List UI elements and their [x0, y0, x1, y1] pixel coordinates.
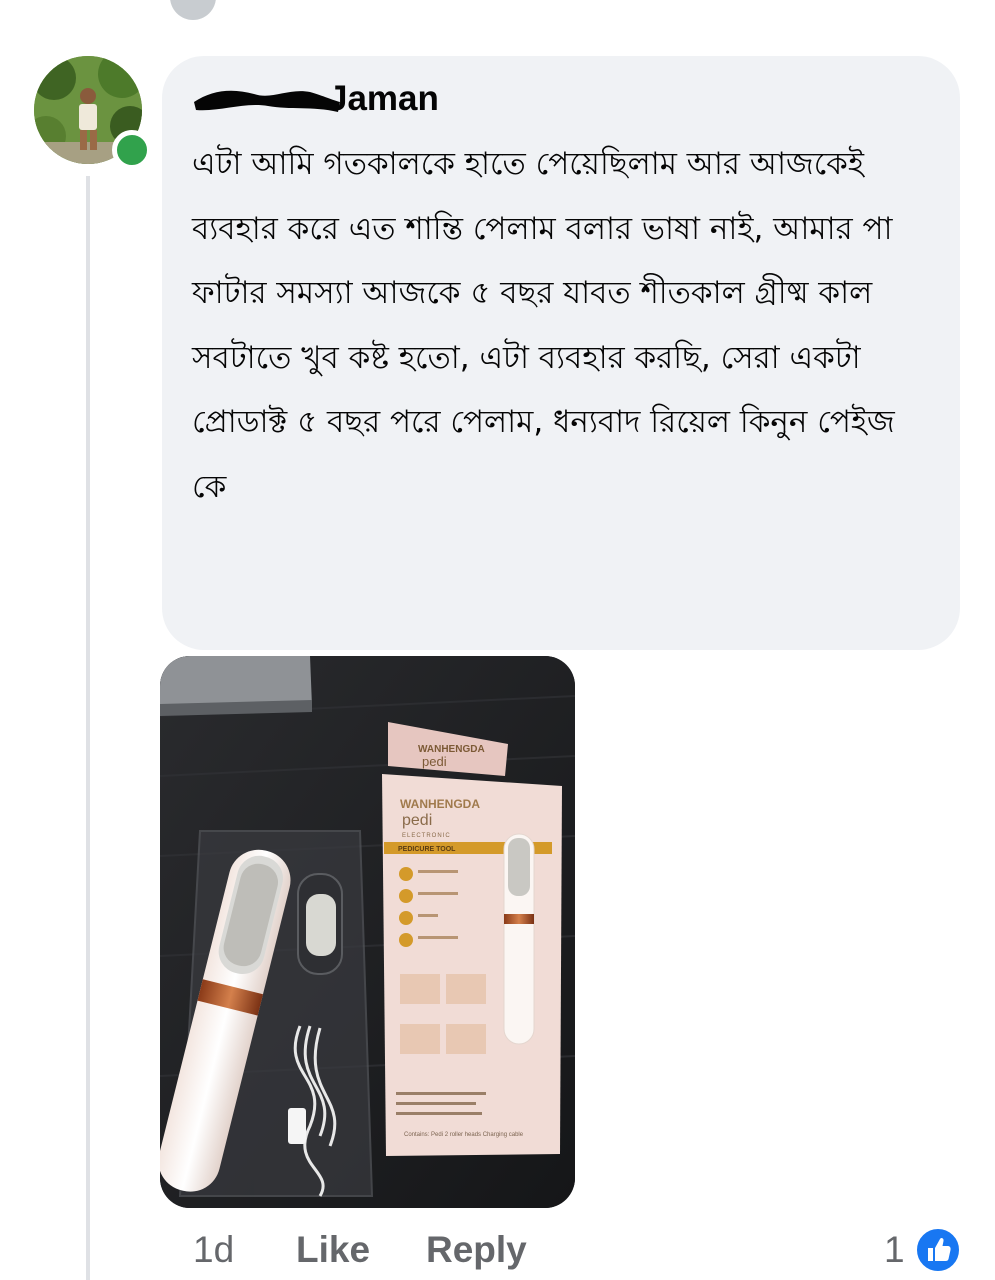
comment-photo[interactable]: WANHENGDA pedi WANHENGDA pedi ELECTRONIC… [160, 656, 575, 1208]
reply-button[interactable]: Reply [426, 1222, 527, 1278]
box-product: pedi [402, 812, 432, 829]
comment-timestamp[interactable]: 1d [193, 1222, 234, 1278]
author-name[interactable]: Jaman [192, 79, 439, 118]
comment-author[interactable]: Jaman [192, 78, 439, 120]
thread-line [86, 176, 90, 1280]
box-footer: Contains: Pedi 2 roller heads Charging c… [404, 1132, 524, 1138]
box-subtitle: ELECTRONIC [402, 833, 451, 839]
box-band: PEDICURE TOOL [398, 846, 456, 853]
comment-text: এটা আমি গতকালকে হাতে পেয়েছিলাম আর আজকেই… [192, 146, 895, 505]
box-lid-product: pedi [422, 754, 447, 769]
thumbs-up-icon [914, 1226, 962, 1274]
like-button[interactable]: Like [296, 1222, 370, 1278]
box-brand: WANHENGDA [400, 797, 480, 811]
previous-comment-avatar[interactable] [170, 0, 216, 20]
comment-thread: Jaman এটা আমি গতকালকে হাতে পেয়েছিলাম আর… [0, 0, 995, 1280]
online-status-dot [112, 130, 152, 170]
comment-bubble: Jaman এটা আমি গতকালকে হাতে পেয়েছিলাম আর… [162, 56, 960, 650]
reaction-count: 1 [884, 1229, 905, 1270]
